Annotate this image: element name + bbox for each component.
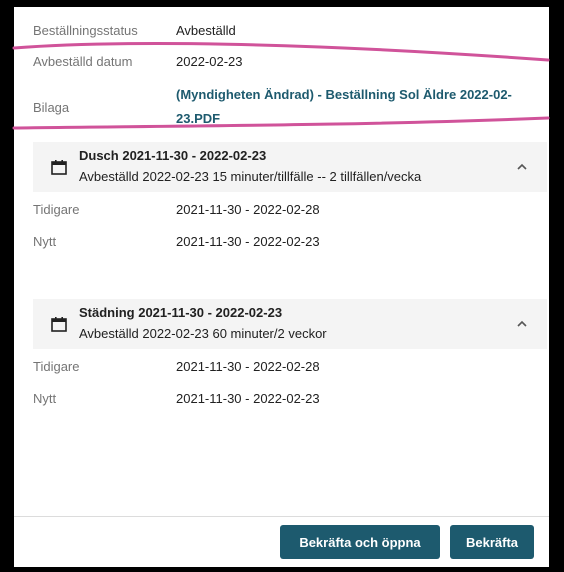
new-label: Nytt — [33, 391, 57, 406]
previous-value: 2021-11-30 - 2022-02-28 — [176, 202, 320, 217]
order-dialog: Beställningsstatus Avbeställd Avbeställd… — [14, 7, 549, 567]
attachment-link[interactable]: (Myndigheten Ändrad) - Beställning Sol Ä… — [176, 83, 536, 131]
cancel-date-value: 2022-02-23 — [176, 54, 243, 69]
new-label: Nytt — [33, 234, 57, 249]
section-title: Dusch 2021-11-30 - 2022-02-23 — [79, 148, 267, 163]
previous-value: 2021-11-30 - 2022-02-28 — [176, 359, 320, 374]
attachment-label: Bilaga — [33, 100, 70, 115]
chevron-up-icon[interactable] — [515, 160, 529, 174]
confirm-and-open-button[interactable]: Bekräfta och öppna — [280, 525, 440, 559]
cancel-date-label: Avbeställd datum — [33, 54, 133, 69]
status-label: Beställningsstatus — [33, 23, 138, 38]
chevron-up-icon[interactable] — [515, 317, 529, 331]
section-title: Städning 2021-11-30 - 2022-02-23 — [79, 305, 283, 320]
section-header-stadning[interactable]: Städning 2021-11-30 - 2022-02-23 Avbestä… — [33, 299, 547, 349]
new-value: 2021-11-30 - 2022-02-23 — [176, 234, 320, 249]
previous-label: Tidigare — [33, 359, 80, 374]
footer-divider — [14, 516, 549, 517]
previous-label: Tidigare — [33, 202, 80, 217]
section-subtitle: Avbeställd 2022-02-23 15 minuter/tillfäl… — [79, 169, 422, 184]
confirm-button[interactable]: Bekräfta — [450, 525, 534, 559]
status-value: Avbeställd — [176, 23, 236, 38]
calendar-icon — [51, 160, 67, 175]
section-subtitle: Avbeställd 2022-02-23 60 minuter/2 vecko… — [79, 326, 327, 341]
new-value: 2021-11-30 - 2022-02-23 — [176, 391, 320, 406]
section-header-dusch[interactable]: Dusch 2021-11-30 - 2022-02-23 Avbeställd… — [33, 142, 547, 192]
calendar-icon — [51, 317, 67, 332]
